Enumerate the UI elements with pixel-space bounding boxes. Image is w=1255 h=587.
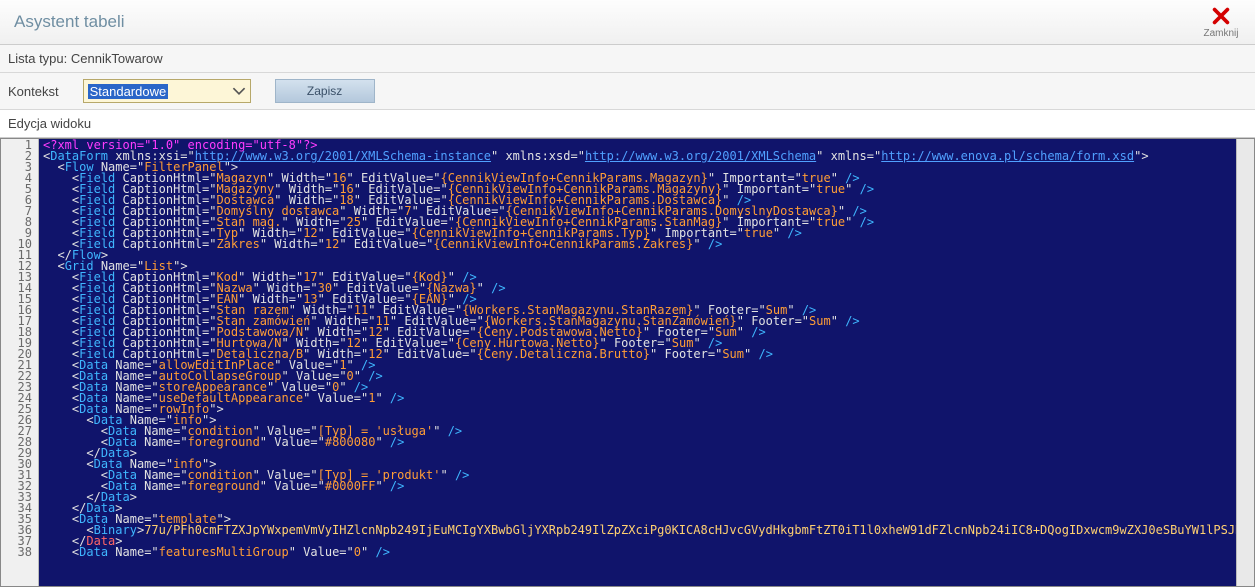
list-type-value: CennikTowarow <box>71 51 163 66</box>
list-type-prefix: Lista typu: <box>8 51 67 66</box>
window-title: Asystent tabeli <box>14 12 1201 32</box>
vertical-scrollbar[interactable] <box>1236 139 1254 586</box>
close-button[interactable]: Zamknij <box>1201 5 1241 39</box>
section-header: Edycja widoku <box>0 110 1255 138</box>
close-icon <box>1210 5 1232 27</box>
context-selected: Standardowe <box>88 84 169 99</box>
line-gutter: 1234567891011121314151617181920212223242… <box>1 139 39 586</box>
context-bar: Kontekst Standardowe Zapisz <box>0 73 1255 110</box>
context-label: Kontekst <box>8 84 59 99</box>
code-area[interactable]: <?xml version="1.0" encoding="utf-8"?><D… <box>39 139 1236 586</box>
save-button[interactable]: Zapisz <box>275 79 375 103</box>
xml-editor[interactable]: 1234567891011121314151617181920212223242… <box>0 138 1255 587</box>
list-type-bar: Lista typu: CennikTowarow <box>0 45 1255 73</box>
close-label: Zamknij <box>1201 28 1241 39</box>
context-combo[interactable]: Standardowe <box>83 79 251 103</box>
chevron-down-icon <box>232 84 246 98</box>
title-bar: Asystent tabeli Zamknij <box>0 0 1255 45</box>
